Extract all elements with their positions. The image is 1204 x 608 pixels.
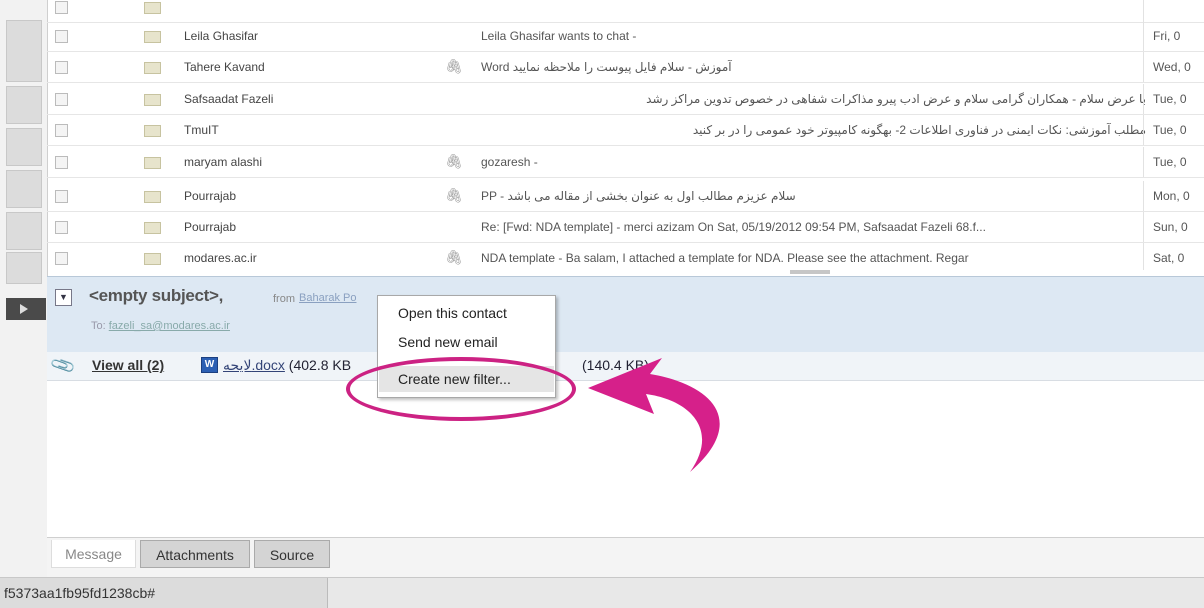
sidebar-segment[interactable] — [6, 170, 42, 208]
menu-item-open-contact[interactable]: Open this contact — [379, 300, 554, 326]
header-toggle-button[interactable]: ▼ — [55, 289, 72, 306]
message-subject-title: <empty subject>, — [89, 286, 224, 305]
preview-tab-strip: Message Attachments Source — [47, 537, 1204, 578]
tab-source[interactable]: Source — [254, 540, 330, 568]
attachment-icon: 🖇 — [445, 58, 463, 74]
envelope-icon — [144, 62, 161, 74]
row-select-checkbox[interactable] — [55, 93, 68, 106]
sidebar-segment[interactable] — [6, 212, 42, 250]
row-select-checkbox[interactable] — [55, 252, 68, 265]
row-select-checkbox[interactable] — [55, 61, 68, 74]
message-header: ▼ <empty subject>, from Baharak Po To: f… — [47, 276, 1204, 354]
recipient-link[interactable]: fazeli_sa@modares.ac.ir — [109, 320, 230, 332]
message-subject: با عرض سلام - همکاران گرامی سلام و عرض ا… — [646, 92, 1146, 106]
sender-link[interactable]: Baharak Po — [299, 292, 356, 304]
envelope-icon — [144, 222, 161, 234]
attachment-file[interactable]: لایحه.docx (402.8 KB — [223, 357, 351, 374]
menu-item-send-new-email[interactable]: Send new email — [379, 329, 554, 355]
sidebar-segment[interactable] — [6, 252, 42, 284]
status-bar: f5373aa1fb95fd1238cb# — [0, 577, 1204, 608]
table-row[interactable]: Pourrajab 🖇 PP - سلام عزیزم مطالب اول به… — [47, 181, 1204, 212]
pointer-arrow-icon — [588, 358, 720, 472]
attachment-filename[interactable]: لایحه.docx — [223, 357, 285, 373]
message-from: Leila Ghasifar — [184, 29, 259, 43]
row-select-checkbox[interactable] — [55, 1, 68, 14]
left-sidebar-strip — [0, 0, 48, 580]
attachment-icon: 🖇 — [445, 249, 463, 265]
envelope-icon — [144, 94, 161, 106]
message-date: Tue, 0 — [1153, 92, 1187, 106]
tab-message[interactable]: Message — [51, 540, 136, 568]
message-from: Safsaadat Fazeli — [184, 92, 274, 106]
message-date: Sat, 0 — [1153, 251, 1185, 265]
tab-attachments[interactable]: Attachments — [140, 540, 250, 568]
table-row[interactable]: Tahere Kavand 🖇 Word آموزش - سلام فایل پ… — [47, 52, 1204, 83]
table-row[interactable]: Pourrajab Re: [Fwd: NDA template] - merc… — [47, 212, 1204, 243]
highlight-ellipse — [346, 357, 576, 421]
attachment-icon: 🖇 — [445, 153, 463, 169]
table-row[interactable]: Safsaadat Fazeli با عرض سلام - همکاران گ… — [47, 84, 1204, 115]
row-select-checkbox[interactable] — [55, 190, 68, 203]
sidebar-segment[interactable] — [6, 86, 42, 124]
row-select-checkbox[interactable] — [55, 30, 68, 43]
row-select-checkbox[interactable] — [55, 221, 68, 234]
message-subject: PP - سلام عزیزم مطالب اول به عنوان بخشی … — [481, 189, 796, 203]
message-from: TmuIT — [184, 123, 219, 137]
attachment-size: (402.8 KB — [284, 357, 352, 373]
attachment-icon: 🖇 — [445, 187, 463, 203]
message-from: maryam alashi — [184, 155, 263, 169]
message-subject: Re: [Fwd: NDA template] - merci azizam O… — [481, 220, 986, 234]
word-document-icon: W — [201, 357, 218, 373]
table-row[interactable]: Leila Ghasifar Leila Ghasifar wants to c… — [47, 21, 1204, 52]
table-row[interactable] — [47, 0, 1204, 23]
message-date: Tue, 0 — [1153, 155, 1187, 169]
to-label: To: — [91, 320, 106, 332]
message-from: Pourrajab — [184, 189, 237, 203]
sidebar-segment[interactable] — [6, 128, 42, 166]
message-list: Leila Ghasifar Leila Ghasifar wants to c… — [47, 0, 1204, 270]
from-label: from — [273, 293, 295, 305]
message-subject: gozaresh - — [481, 155, 538, 169]
message-date: Tue, 0 — [1153, 123, 1187, 137]
envelope-icon — [144, 191, 161, 203]
message-date: Mon, 0 — [1153, 189, 1190, 203]
message-date: Sun, 0 — [1153, 220, 1188, 234]
envelope-icon — [144, 2, 161, 14]
message-from: Tahere Kavand — [184, 60, 265, 74]
message-subject: مطلب آموزشی: نکات ایمنی در فناوری اطلاعا… — [692, 123, 1146, 137]
envelope-icon — [144, 253, 161, 265]
envelope-icon — [144, 157, 161, 169]
message-from: Pourrajab — [184, 220, 237, 234]
row-select-checkbox[interactable] — [55, 124, 68, 137]
paperclip-icon: 📎 — [49, 352, 78, 380]
sidebar-segment[interactable] — [6, 20, 42, 82]
status-url: f5373aa1fb95fd1238cb# — [0, 578, 328, 608]
pane-resize-grip[interactable] — [790, 270, 830, 274]
view-all-attachments-link[interactable]: View all (2) — [92, 357, 164, 373]
table-row[interactable]: maryam alashi 🖇 gozaresh - Tue, 0 — [47, 147, 1204, 178]
envelope-icon — [144, 125, 161, 137]
sidebar-collapse-handle[interactable] — [6, 298, 46, 320]
table-row[interactable]: modares.ac.ir 🖇 NDA template - Ba salam,… — [47, 243, 1204, 270]
to-line: To: fazeli_sa@modares.ac.ir — [91, 320, 230, 332]
table-row[interactable]: TmuIT مطلب آموزشی: نکات ایمنی در فناوری … — [47, 115, 1204, 146]
message-subject: Leila Ghasifar wants to chat - — [481, 29, 637, 43]
message-subject: Word آموزش - سلام فایل پیوست را ملاحظه ن… — [481, 60, 732, 74]
row-select-checkbox[interactable] — [55, 156, 68, 169]
message-subject: NDA template - Ba salam, I attached a te… — [481, 251, 969, 265]
envelope-icon — [144, 31, 161, 43]
message-date: Fri, 0 — [1153, 29, 1181, 43]
message-date: Wed, 0 — [1153, 60, 1191, 74]
message-from: modares.ac.ir — [184, 251, 257, 265]
